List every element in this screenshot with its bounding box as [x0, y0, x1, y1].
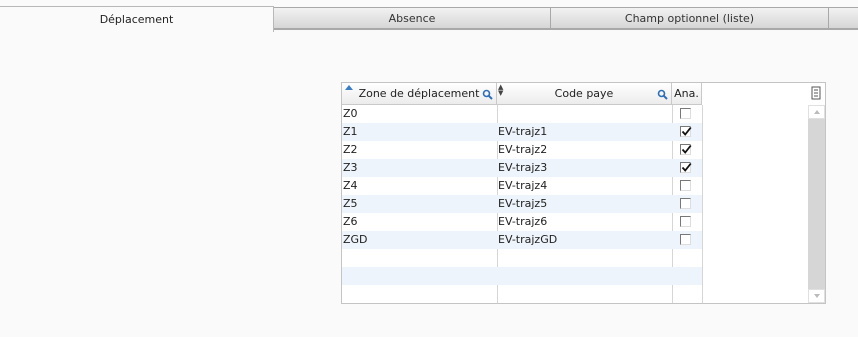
column-divider — [702, 105, 703, 303]
table-row[interactable]: Z1 EV-trajz1 — [342, 123, 702, 141]
ana-checkbox[interactable] — [680, 144, 692, 155]
zone-cell[interactable]: ZGD — [342, 231, 498, 249]
table-row[interactable]: Z3 EV-trajz3 — [342, 159, 702, 177]
search-icon[interactable] — [657, 89, 668, 100]
zone-cell[interactable]: Z1 — [342, 123, 498, 141]
check-icon — [681, 162, 692, 172]
scroll-up-icon[interactable] — [808, 105, 825, 119]
tab-bar: Déplacement Absence Champ optionnel (lis… — [0, 0, 858, 32]
zone-cell[interactable]: Z6 — [342, 213, 498, 231]
grid-body: Z0 Z1 EV-trajz1 Z2 EV-trajz2 Z3 EV-trajz3 Z4 EV-… — [342, 105, 702, 285]
code-paye-cell[interactable]: EV-trajz3 — [497, 159, 673, 177]
column-header-zone[interactable]: Zone de déplacement — [342, 83, 497, 105]
ana-checkbox[interactable] — [680, 198, 691, 209]
ana-checkbox[interactable] — [680, 126, 692, 137]
scroll-down-icon[interactable] — [808, 289, 825, 303]
table-row[interactable]: Z2 EV-trajz2 — [342, 141, 702, 159]
table-row[interactable]: Z6 EV-trajz6 — [342, 213, 702, 231]
column-header-ana[interactable]: Ana. — [672, 83, 702, 105]
tab-overflow[interactable] — [829, 7, 858, 29]
ana-checkbox[interactable] — [680, 108, 691, 119]
table-row[interactable]: ZGD EV-trajzGD — [342, 231, 702, 249]
vertical-scrollbar[interactable] — [808, 105, 825, 303]
column-header-ana-label: Ana. — [674, 87, 699, 100]
tab-champ-optionnel[interactable]: Champ optionnel (liste) — [551, 7, 829, 29]
ana-checkbox[interactable] — [680, 216, 691, 227]
code-paye-cell[interactable]: EV-trajzGD — [497, 231, 673, 249]
code-paye-cell[interactable]: EV-trajz1 — [497, 123, 673, 141]
code-paye-cell[interactable] — [497, 105, 673, 123]
column-menu-icon[interactable] — [811, 86, 821, 100]
check-icon — [681, 144, 692, 154]
sort-icon[interactable]: ▲ ▼ — [498, 84, 503, 97]
table-row[interactable] — [342, 249, 702, 267]
column-header-code[interactable]: ▲ ▼ Code paye — [497, 83, 672, 105]
table-row[interactable]: Z0 — [342, 105, 702, 123]
ana-checkbox[interactable] — [680, 180, 691, 191]
code-paye-cell[interactable]: EV-trajz4 — [497, 177, 673, 195]
search-icon[interactable] — [482, 89, 493, 100]
table-row[interactable]: Z4 EV-trajz4 — [342, 177, 702, 195]
tab-deplacement[interactable]: Déplacement — [0, 6, 274, 32]
column-header-code-label: Code paye — [554, 87, 614, 100]
code-paye-cell[interactable]: EV-trajz5 — [497, 195, 673, 213]
code-paye-cell[interactable]: EV-trajz2 — [497, 141, 673, 159]
zone-cell[interactable]: Z5 — [342, 195, 498, 213]
tab-baseline — [274, 29, 858, 30]
zone-cell[interactable]: Z0 — [342, 105, 498, 123]
ana-checkbox[interactable] — [680, 234, 691, 245]
table-row[interactable]: Z5 EV-trajz5 — [342, 195, 702, 213]
table-row[interactable] — [342, 267, 702, 285]
tab-absence[interactable]: Absence — [274, 7, 551, 29]
data-grid: Zone de déplacement ▲ ▼ Code paye Ana. Z0… — [341, 82, 826, 304]
code-paye-cell[interactable]: EV-trajz6 — [497, 213, 673, 231]
sort-ascending-icon[interactable] — [345, 85, 353, 90]
column-header-zone-label: Zone de déplacement — [358, 87, 480, 100]
ana-checkbox[interactable] — [680, 162, 692, 173]
check-icon — [681, 126, 692, 136]
zone-cell[interactable]: Z3 — [342, 159, 498, 177]
zone-cell[interactable]: Z2 — [342, 141, 498, 159]
zone-cell[interactable]: Z4 — [342, 177, 498, 195]
